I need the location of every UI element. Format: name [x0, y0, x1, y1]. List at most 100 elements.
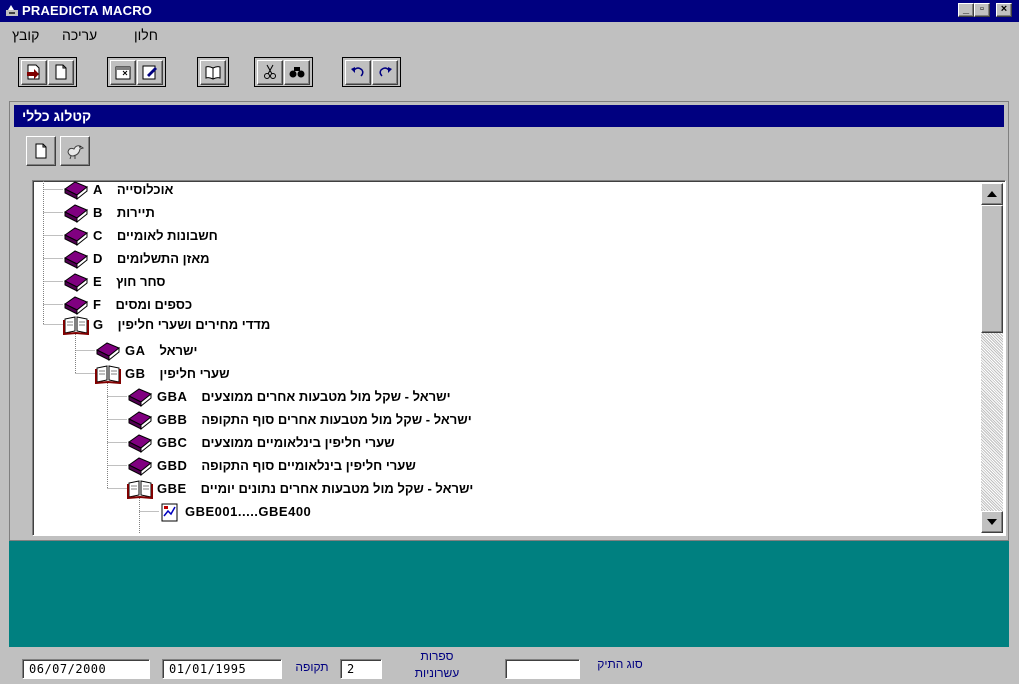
find-icon: [289, 67, 305, 78]
menu-file[interactable]: קובץ: [12, 27, 39, 43]
tree-item-label: מדדי מחירים ושערי חליפין: [117, 317, 271, 332]
vertical-scrollbar[interactable]: [981, 183, 1003, 533]
closed-book-icon: [64, 226, 88, 246]
tree-item-code: GBE001.....GBE400: [185, 504, 312, 519]
undo-icon: [351, 67, 364, 77]
tree-item-GBB[interactable]: GBB ישראל - שקל מול מטבעות אחרים סוף התק…: [127, 408, 472, 431]
properties-button[interactable]: [110, 59, 136, 85]
tree-item-GBA[interactable]: GBA ישראל - שקל מול מטבעות אחרים ממוצעים: [127, 385, 451, 408]
tree-item-label: חשבונות לאומיים: [116, 228, 218, 243]
toolbar-group-edit: [107, 57, 166, 87]
tree-item-code: F: [93, 297, 102, 312]
tree-item-B[interactable]: B תיירות: [63, 201, 155, 224]
tree-item-label: שערי חליפין בינלאומיים סוף התקופה: [201, 458, 416, 473]
catalog-tree: A אוכלוסייה B תיירות C חשבונות לאומיים D…: [32, 180, 1006, 536]
tree-item-label: ישראל - שקל מול מטבעות אחרים נתונים יומי…: [200, 481, 474, 496]
tree-item-GBC[interactable]: GBC שערי חליפין בינלאומיים ממוצעים: [127, 431, 395, 454]
series-file-icon: [161, 503, 178, 521]
edit-icon: [142, 65, 157, 80]
closed-book-icon: [64, 203, 88, 223]
decimals-label-line1: ספרות: [420, 649, 454, 663]
tree-content: A אוכלוסייה B תיירות C חשבונות לאומיים D…: [33, 181, 973, 533]
tree-item-GBE-series[interactable]: GBE001.....GBE400: [159, 500, 325, 523]
toolbar-group-history: [342, 57, 401, 87]
file-type-field[interactable]: [505, 659, 580, 679]
open-book-icon: [127, 479, 153, 499]
tree-item-label: סחר חוץ: [116, 274, 166, 289]
workspace-background: [9, 541, 1009, 647]
cut-button[interactable]: [257, 59, 283, 85]
redo-button[interactable]: [372, 59, 398, 85]
tree-item-label: תיירות: [116, 205, 155, 220]
catalog-new-button[interactable]: [26, 136, 56, 166]
tree-item-code: C: [93, 228, 103, 243]
closed-book-icon: [128, 456, 152, 476]
tree-item-A[interactable]: A אוכלוסייה: [63, 181, 173, 201]
tree-item-label: כספים ומסים: [115, 297, 193, 312]
scrollbar-thumb[interactable]: [981, 205, 1003, 333]
tree-item-C[interactable]: C חשבונות לאומיים: [63, 224, 218, 247]
tree-item-G[interactable]: G מדדי מחירים ושערי חליפין: [63, 313, 270, 336]
catalog-toolbar: [14, 130, 1004, 170]
closed-book-icon: [96, 341, 120, 361]
end-date-field[interactable]: 06/07/2000: [22, 659, 150, 679]
tree-item-label: ישראל - שקל מול מטבעות אחרים סוף התקופה: [201, 412, 472, 427]
tree-item-code: E: [93, 274, 103, 289]
tree-item-D[interactable]: D מאזן התשלומים: [63, 247, 210, 270]
tree-item-code: G: [93, 317, 104, 332]
start-date-field[interactable]: 01/01/1995: [162, 659, 282, 679]
title-bar: PRAEDICTA MACRO _ ▫ ×: [0, 0, 1019, 22]
menu-edit[interactable]: עריכה: [62, 27, 97, 43]
new-catalog-button[interactable]: [21, 59, 47, 85]
scroll-down-button[interactable]: [981, 511, 1003, 533]
tree-item-GBE[interactable]: GBE ישראל - שקל מול מטבעות אחרים נתונים …: [127, 477, 473, 500]
menu-bar: קובץ עריכה חלון: [0, 22, 1019, 48]
close-button[interactable]: ×: [996, 3, 1012, 17]
decimals-label-line2: עשרוניות: [414, 666, 460, 680]
open-book-icon: [63, 315, 89, 335]
maximize-button[interactable]: ▫: [974, 3, 990, 17]
tree-item-E[interactable]: E סחר חוץ: [63, 270, 166, 293]
tree-item-label: שערי חליפין: [159, 366, 230, 381]
book-icon: [205, 66, 221, 80]
closed-book-icon: [64, 249, 88, 269]
cut-icon: [264, 64, 276, 79]
catalog-duck-button[interactable]: [60, 136, 90, 166]
redo-icon: [379, 67, 392, 77]
edit-button[interactable]: [137, 59, 163, 85]
catalog-title: קטלוג כללי: [22, 108, 92, 124]
tree-item-GB[interactable]: GB שערי חליפין: [95, 362, 230, 385]
scroll-up-button[interactable]: [981, 183, 1003, 205]
period-label: תקופה: [295, 660, 329, 674]
new-document-icon: [35, 143, 47, 159]
decimals-field[interactable]: 2: [340, 659, 382, 679]
catalog-window: קטלוג כללי A אוכלוסייה B תיירות C חשבונו…: [9, 101, 1009, 541]
closed-book-icon: [128, 433, 152, 453]
closed-book-icon: [64, 181, 88, 200]
new-catalog-icon: [27, 64, 40, 80]
tree-item-GBD[interactable]: GBD שערי חליפין בינלאומיים סוף התקופה: [127, 454, 416, 477]
menu-window[interactable]: חלון: [134, 27, 158, 43]
minimize-button[interactable]: _: [958, 3, 974, 17]
book-button[interactable]: [200, 59, 226, 85]
tree-item-label: ישראל - שקל מול מטבעות אחרים ממוצעים: [201, 389, 451, 404]
status-bar: 06/07/2000 01/01/1995 תקופה 2 ספרות עשרו…: [0, 647, 1019, 684]
new-document-icon: [55, 64, 67, 80]
tree-item-code: GA: [125, 343, 146, 358]
find-button[interactable]: [284, 59, 310, 85]
undo-button[interactable]: [345, 59, 371, 85]
toolbar-group-clipboard: [254, 57, 313, 87]
tree-item-code: A: [93, 182, 103, 197]
closed-book-icon: [64, 295, 88, 315]
closed-book-icon: [64, 272, 88, 292]
tree-item-code: B: [93, 205, 103, 220]
tree-item-label: ישראל: [159, 343, 198, 358]
new-document-button[interactable]: [48, 59, 74, 85]
toolbar-group-file: [18, 57, 77, 87]
app-icon: [6, 5, 18, 16]
tree-item-label: שערי חליפין בינלאומיים ממוצעים: [201, 435, 395, 450]
toolbar-group-view: [197, 57, 229, 87]
tree-item-GA[interactable]: GA ישראל: [95, 339, 197, 362]
file-type-label: סוג התיק: [597, 657, 643, 671]
tree-item-code: GBD: [157, 458, 188, 473]
